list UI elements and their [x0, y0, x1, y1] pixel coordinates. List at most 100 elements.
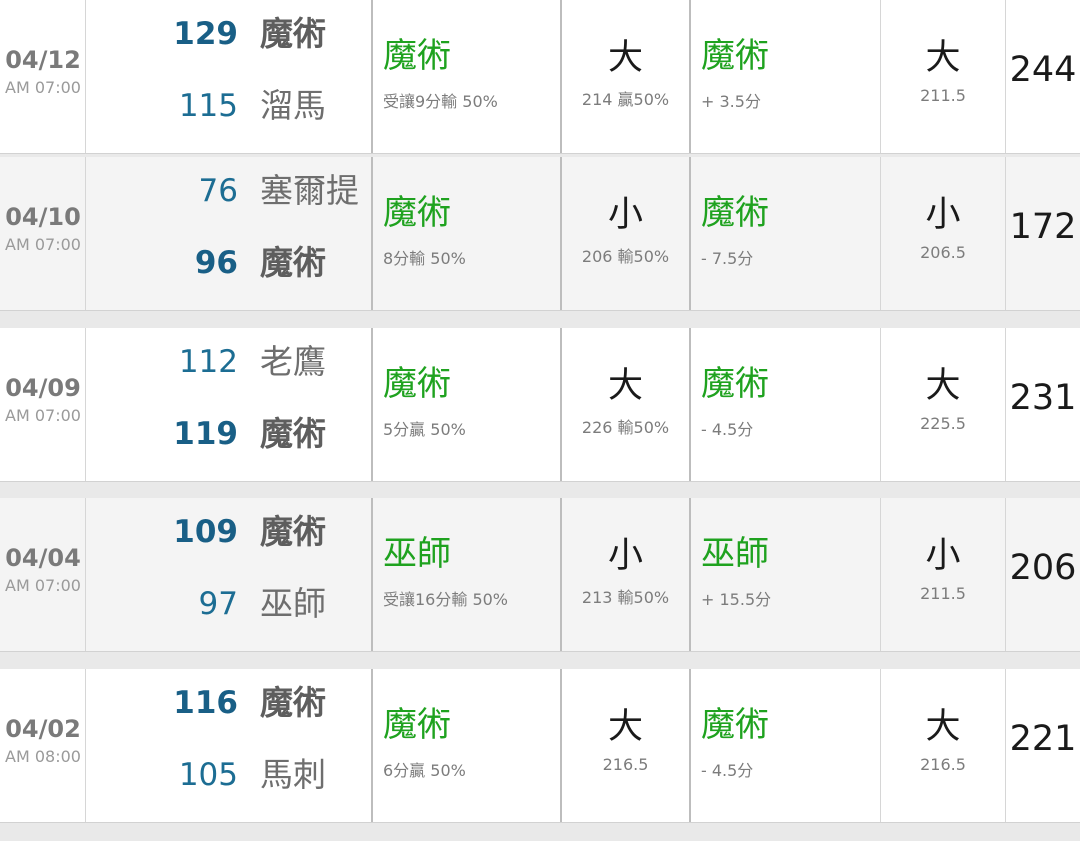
total-score-cell: 231: [1006, 328, 1080, 481]
game-date: 04/12: [5, 46, 81, 74]
game-date: 04/10: [5, 203, 81, 231]
game-date: 04/02: [5, 715, 81, 743]
line-cell: 魔術 - 4.5分: [691, 669, 881, 822]
spread-pick: 魔術: [383, 364, 451, 404]
home-score: 97: [198, 586, 238, 622]
total-score-cell: 221: [1006, 669, 1080, 822]
ou-result-cell: 小 206 輸50%: [562, 157, 691, 310]
ou-result-cell: 大 226 輸50%: [562, 328, 691, 481]
home-team: 115 溜馬: [86, 84, 366, 128]
ou-detail: 206 輸50%: [581, 247, 670, 266]
line-detail: - 4.5分: [701, 420, 754, 439]
total-line-cell: 小 211.5: [881, 498, 1006, 651]
ou-detail: 214 贏50%: [581, 90, 670, 109]
line-detail: - 4.5分: [701, 761, 754, 780]
total-line-pick: 大: [925, 38, 961, 78]
home-team: 105 馬刺: [86, 753, 366, 797]
total-line-pick: 大: [925, 366, 961, 406]
total-score: 172: [1009, 207, 1077, 247]
table-row[interactable]: 04/02 AM 08:00 116 魔術 105 馬刺 魔術 6分贏 50% …: [0, 669, 1080, 823]
teams-cell: 112 老鷹 119 魔術: [86, 328, 373, 481]
date-cell: 04/12 AM 07:00: [0, 0, 86, 153]
ou-result-cell: 小 213 輸50%: [562, 498, 691, 651]
table-row[interactable]: 04/12 AM 07:00 129 魔術 115 溜馬 魔術 受讓9分輸 50…: [0, 0, 1080, 154]
ou-result-cell: 大 216.5: [562, 669, 691, 822]
away-score: 109: [173, 514, 238, 550]
home-score: 119: [173, 416, 238, 452]
date-cell: 04/04 AM 07:00: [0, 498, 86, 651]
spread-result-cell: 魔術 8分輸 50%: [373, 157, 562, 310]
total-line-cell: 大 211.5: [881, 0, 1006, 153]
teams-cell: 129 魔術 115 溜馬: [86, 0, 373, 153]
ou-detail: 213 輸50%: [581, 588, 670, 607]
home-team: 96 魔術: [86, 241, 366, 285]
away-name: 魔術: [260, 512, 326, 551]
home-score: 96: [194, 245, 238, 281]
ou-detail: 216.5: [602, 755, 649, 774]
away-name: 魔術: [260, 14, 326, 53]
home-name: 溜馬: [260, 86, 326, 125]
home-name: 魔術: [260, 243, 326, 282]
home-name: 馬刺: [260, 755, 326, 794]
table-row[interactable]: 04/09 AM 07:00 112 老鷹 119 魔術 魔術 5分贏 50% …: [0, 328, 1080, 482]
spread-detail: 受讓9分輸 50%: [383, 92, 498, 111]
total-line-detail: 206.5: [920, 243, 966, 262]
away-score: 76: [198, 173, 238, 209]
teams-cell: 116 魔術 105 馬刺: [86, 669, 373, 822]
line-pick: 魔術: [701, 364, 769, 404]
spread-detail: 8分輸 50%: [383, 249, 466, 268]
spread-pick: 魔術: [383, 705, 451, 745]
total-line-cell: 小 206.5: [881, 157, 1006, 310]
total-line-cell: 大 216.5: [881, 669, 1006, 822]
total-line-cell: 大 225.5: [881, 328, 1006, 481]
line-detail: - 7.5分: [701, 249, 754, 268]
spread-detail: 受讓16分輸 50%: [383, 590, 509, 609]
spread-pick: 魔術: [383, 36, 451, 76]
table-row[interactable]: 04/04 AM 07:00 109 魔術 97 巫師 巫師 受讓16分輸 50…: [0, 498, 1080, 652]
away-team: 129 魔術: [86, 12, 366, 56]
spread-detail: 6分贏 50%: [383, 761, 466, 780]
line-cell: 巫師 + 15.5分: [691, 498, 881, 651]
ou-pick: 大: [607, 38, 643, 78]
spread-result-cell: 巫師 受讓16分輸 50%: [373, 498, 562, 651]
ou-pick: 小: [607, 536, 643, 576]
spread-pick: 巫師: [383, 534, 451, 574]
line-detail: + 3.5分: [701, 92, 761, 111]
total-score: 244: [1009, 50, 1077, 90]
spread-result-cell: 魔術 5分贏 50%: [373, 328, 562, 481]
away-name: 魔術: [260, 683, 326, 722]
total-line-detail: 211.5: [920, 584, 966, 603]
line-pick: 魔術: [701, 36, 769, 76]
line-cell: 魔術 + 3.5分: [691, 0, 881, 153]
spread-detail: 5分贏 50%: [383, 420, 466, 439]
spread-result-cell: 魔術 受讓9分輸 50%: [373, 0, 562, 153]
ou-pick: 大: [607, 366, 643, 406]
total-score-cell: 172: [1006, 157, 1080, 310]
date-cell: 04/09 AM 07:00: [0, 328, 86, 481]
teams-cell: 109 魔術 97 巫師: [86, 498, 373, 651]
line-pick: 巫師: [701, 534, 769, 574]
ou-pick: 小: [607, 195, 643, 235]
away-team: 109 魔術: [86, 510, 366, 554]
table-row[interactable]: 04/10 AM 07:00 76 塞爾提 96 魔術 魔術 8分輸 50% 小…: [0, 157, 1080, 311]
home-score: 115: [178, 88, 238, 124]
total-line-pick: 大: [925, 707, 961, 747]
spread-result-cell: 魔術 6分贏 50%: [373, 669, 562, 822]
total-score: 221: [1009, 719, 1077, 759]
game-time: AM 07:00: [5, 576, 81, 595]
line-pick: 魔術: [701, 705, 769, 745]
total-line-pick: 小: [925, 195, 961, 235]
line-cell: 魔術 - 7.5分: [691, 157, 881, 310]
away-score: 116: [173, 685, 238, 721]
total-score-cell: 206: [1006, 498, 1080, 651]
home-team: 119 魔術: [86, 412, 366, 456]
total-score-cell: 244: [1006, 0, 1080, 153]
total-line-detail: 211.5: [920, 86, 966, 105]
game-date: 04/04: [5, 544, 81, 572]
home-name: 魔術: [260, 414, 326, 453]
ou-detail: 226 輸50%: [581, 418, 670, 437]
line-cell: 魔術 - 4.5分: [691, 328, 881, 481]
total-line-detail: 225.5: [920, 414, 966, 433]
away-team: 112 老鷹: [86, 340, 366, 384]
total-line-detail: 216.5: [920, 755, 966, 774]
